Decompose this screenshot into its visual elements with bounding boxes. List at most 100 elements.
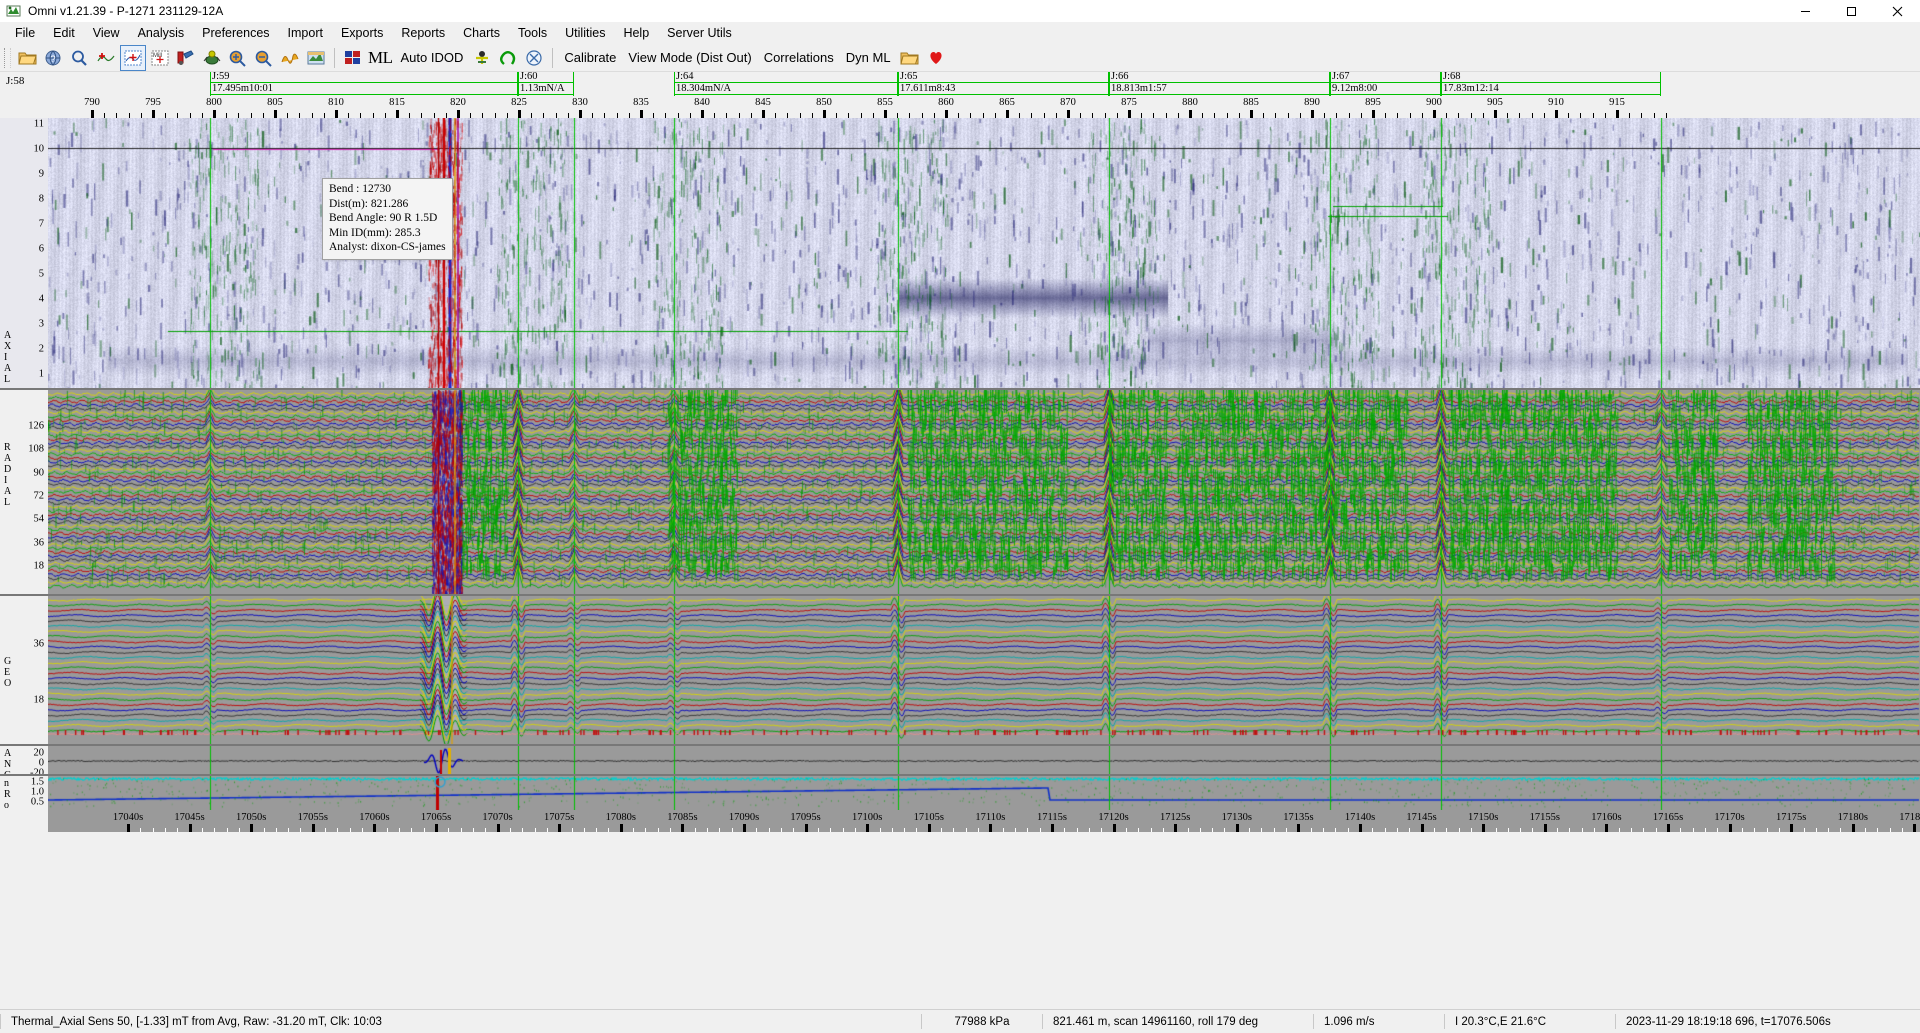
add-marker-icon[interactable] xyxy=(94,46,118,70)
axis-letter: L xyxy=(4,497,11,508)
axis-tick-label: 11 xyxy=(33,118,44,130)
ruler-label: 915 xyxy=(1609,97,1625,108)
geo-plot[interactable] xyxy=(48,596,1920,746)
time-label: 17060s xyxy=(359,812,390,823)
ml-button[interactable]: ML xyxy=(366,48,395,68)
joint-info: 17.495m10:01 xyxy=(212,83,273,94)
search-icon[interactable] xyxy=(68,46,92,70)
time-axis[interactable]: 17040s 17045s 17050s 17055s 17060s 17065s 1707… xyxy=(48,810,1920,832)
mill-region-icon[interactable]: Mill xyxy=(148,46,172,70)
ang-plot[interactable] xyxy=(48,746,1920,776)
folder-icon[interactable] xyxy=(898,46,922,70)
time-label: 17120s xyxy=(1098,812,1129,823)
menu-import[interactable]: Import xyxy=(279,24,332,42)
time-minor-tick xyxy=(879,828,881,832)
toolbar-separator-2 xyxy=(552,47,554,68)
inspector-icon[interactable] xyxy=(200,46,224,70)
joint-marker[interactable]: J:65 17.611m8:43 xyxy=(898,72,1109,96)
axis-tick-label: 90 xyxy=(33,467,45,479)
loop-curve-icon[interactable] xyxy=(496,46,520,70)
joint-name: J:65 xyxy=(900,72,920,82)
axis-tick-label: 4 xyxy=(38,293,44,305)
roll-plot[interactable] xyxy=(48,776,1920,810)
time-minor-tick xyxy=(891,828,893,832)
time-minor-tick xyxy=(263,828,265,832)
time-minor-tick xyxy=(1335,828,1337,832)
time-label: 17110s xyxy=(975,812,1006,823)
menu-reports[interactable]: Reports xyxy=(392,24,454,42)
circle-x-icon[interactable] xyxy=(522,46,546,70)
menu-server-utils[interactable]: Server Utils xyxy=(658,24,741,42)
time-major-tick xyxy=(558,824,562,832)
radial-plot[interactable] xyxy=(48,390,1920,596)
auto-idod-button[interactable]: Auto IDOD xyxy=(395,50,470,65)
pin-tool-icon[interactable] xyxy=(470,46,494,70)
menu-tools[interactable]: Tools xyxy=(509,24,556,42)
ruler-major-tick xyxy=(884,110,887,118)
menu-exports[interactable]: Exports xyxy=(332,24,392,42)
time-minor-tick xyxy=(1766,828,1768,832)
menu-file[interactable]: File xyxy=(6,24,44,42)
time-minor-tick xyxy=(140,828,142,832)
ruler-major-tick xyxy=(945,110,948,118)
joint-marker[interactable]: J:59 17.495m10:01 xyxy=(210,72,518,96)
globe-help-icon[interactable]: ? xyxy=(42,46,66,70)
menu-preferences[interactable]: Preferences xyxy=(193,24,278,42)
axis-letter: I xyxy=(4,352,8,363)
axis-tick-label: 108 xyxy=(28,443,44,455)
time-minor-tick xyxy=(1520,828,1522,832)
open-folder-icon[interactable] xyxy=(16,46,40,70)
time-minor-tick xyxy=(916,828,918,832)
time-minor-tick xyxy=(1655,828,1657,832)
tool-paint-icon[interactable] xyxy=(174,46,198,70)
dyn-ml-button[interactable]: Dyn ML xyxy=(840,50,897,65)
waveform-icon[interactable] xyxy=(278,46,302,70)
zoom-out-icon[interactable] xyxy=(252,46,276,70)
minimize-button[interactable] xyxy=(1782,0,1828,22)
joint-info: 9.12m8:00 xyxy=(1332,83,1378,94)
ruler-label: 820 xyxy=(450,97,466,108)
close-button[interactable] xyxy=(1874,0,1920,22)
joint-tick-left xyxy=(1441,72,1442,96)
time-label: 17175s xyxy=(1776,812,1807,823)
joint-marker[interactable]: J:60 1.13mN/A xyxy=(518,72,574,96)
maximize-button[interactable] xyxy=(1828,0,1874,22)
grid-data-icon[interactable] xyxy=(341,46,365,70)
menu-analysis[interactable]: Analysis xyxy=(129,24,194,42)
menu-charts[interactable]: Charts xyxy=(454,24,509,42)
time-minor-tick xyxy=(411,828,413,832)
correlations-button[interactable]: Correlations xyxy=(758,50,840,65)
toolbar-grip[interactable] xyxy=(4,47,11,68)
menu-edit[interactable]: Edit xyxy=(44,24,84,42)
time-major-tick xyxy=(1543,824,1547,832)
time-minor-tick xyxy=(1347,828,1349,832)
joint-marker[interactable]: J:66 18.813m1:57 xyxy=(1109,72,1330,96)
time-minor-tick xyxy=(1594,828,1596,832)
menu-help[interactable]: Help xyxy=(614,24,658,42)
ruler-major-tick xyxy=(274,110,277,118)
ruler-label: 905 xyxy=(1487,97,1503,108)
time-minor-tick xyxy=(1323,828,1325,832)
joint-marker[interactable]: J:64 18.304mN/A xyxy=(674,72,898,96)
distance-ruler[interactable]: 790 795 800 805 810 815 820 825 830 835 840 845 850 8… xyxy=(0,96,1920,119)
time-major-tick xyxy=(1667,824,1670,832)
time-minor-tick xyxy=(1631,828,1633,832)
time-label: 17095s xyxy=(790,812,821,823)
menu-utilities[interactable]: Utilities xyxy=(556,24,614,42)
select-region-icon[interactable] xyxy=(120,44,146,71)
radial-axis: RADIAL 126 108 90 72 54 36 18 xyxy=(0,390,48,596)
radial-axis-title: RADIAL xyxy=(4,442,11,508)
menu-view[interactable]: View xyxy=(84,24,129,42)
view-mode-button[interactable]: View Mode (Dist Out) xyxy=(622,50,757,65)
zoom-in-icon[interactable] xyxy=(226,46,250,70)
tooltip-line-2: Dist(m): 821.286 xyxy=(329,197,409,210)
heart-icon[interactable] xyxy=(924,46,948,70)
time-minor-tick xyxy=(1212,828,1214,832)
joint-marker[interactable]: J:67 9.12m8:00 xyxy=(1330,72,1441,96)
chart-image-icon[interactable] xyxy=(304,46,328,70)
joint-marker[interactable]: J:68 17.83m12:14 xyxy=(1441,72,1661,96)
time-minor-tick xyxy=(325,828,327,832)
time-minor-tick xyxy=(1409,828,1411,832)
ruler-label: 795 xyxy=(145,97,161,108)
calibrate-button[interactable]: Calibrate xyxy=(558,50,622,65)
